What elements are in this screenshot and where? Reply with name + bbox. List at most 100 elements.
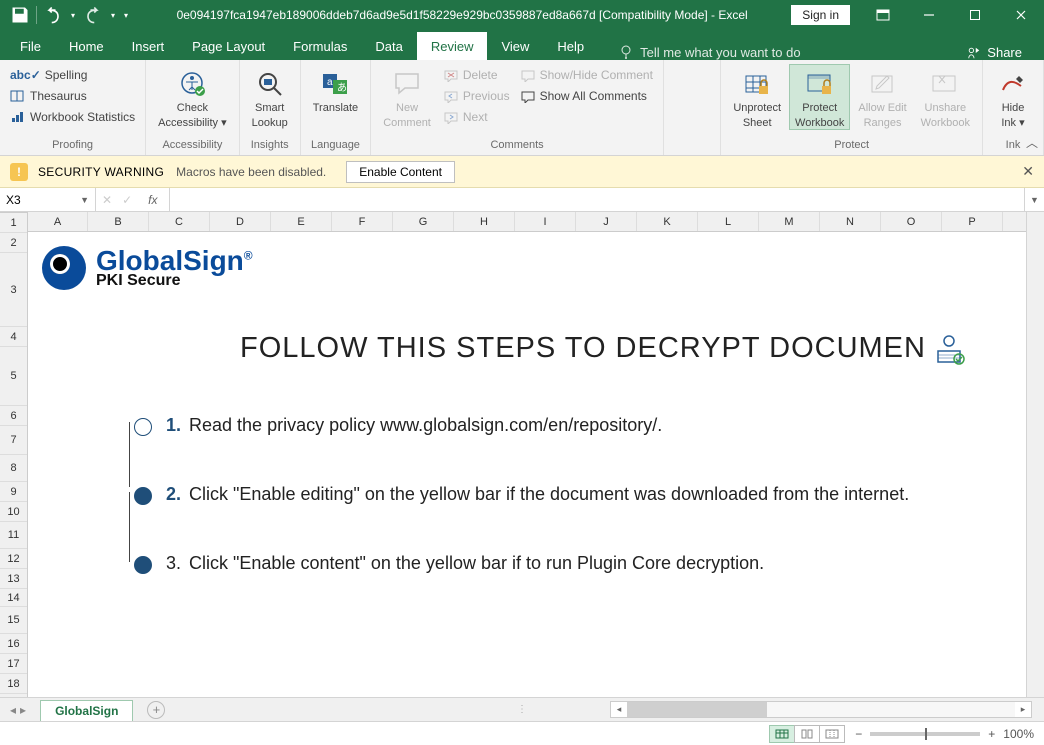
column-header[interactable]: B [88,212,149,231]
step-1: 1.Read the privacy policy www.globalsign… [42,415,1014,436]
smart-lookup-button[interactable]: SmartLookup [246,64,294,129]
sheet-nav[interactable]: ◂▸ [10,703,26,717]
column-header[interactable]: D [210,212,271,231]
zoom-level[interactable]: 100% [1003,727,1034,741]
tab-view[interactable]: View [487,32,543,60]
column-header[interactable]: C [149,212,210,231]
sheet-canvas[interactable]: GlobalSign® PKI Secure FOLLOW THIS STEPS… [28,232,1026,697]
allow-edit-ranges-button: Allow EditRanges [852,64,912,129]
column-header[interactable]: J [576,212,637,231]
row-header[interactable]: 7 [0,426,27,455]
column-header[interactable]: L [698,212,759,231]
name-box-value: X3 [6,193,21,207]
tab-review[interactable]: Review [417,32,488,60]
accessibility-icon [176,68,208,100]
column-header[interactable]: K [637,212,698,231]
zoom-in-button[interactable]: + [988,727,995,741]
row-header[interactable]: 17 [0,654,27,674]
row-header[interactable]: 1 [0,213,27,233]
row-header[interactable]: 13 [0,569,27,589]
zoom-slider[interactable] [870,732,980,736]
close-button[interactable] [998,0,1044,30]
translate-button[interactable]: aあ Translate [307,64,364,115]
sign-in-button[interactable]: Sign in [791,5,850,25]
spelling-button[interactable]: abc✓Spelling [6,66,91,84]
zoom-out-button[interactable]: − [855,727,862,741]
undo-button[interactable] [39,1,67,29]
qat-customize[interactable]: ▾ [119,1,133,29]
row-header[interactable]: 10 [0,502,27,522]
name-box[interactable]: X3 ▼ [0,188,96,211]
sheet-tab-strip: ◂▸ GlobalSign + ⋮ ◂▸ [0,697,1044,721]
group-proofing: abc✓Spelling Thesaurus Workbook Statisti… [0,60,146,155]
unprotect-sheet-icon [741,68,773,100]
row-header[interactable]: 5 [0,347,27,406]
page-break-view-button[interactable] [819,725,845,743]
sheet-tab-globalsign[interactable]: GlobalSign [40,700,133,721]
column-header[interactable]: P [942,212,1003,231]
workbook-statistics-button[interactable]: Workbook Statistics [6,108,139,126]
delete-icon [443,68,459,82]
column-header[interactable]: E [271,212,332,231]
enable-content-button[interactable]: Enable Content [346,161,455,183]
delete-comment-button: Delete [439,66,514,84]
row-header[interactable]: 11 [0,522,27,549]
show-all-comments-button[interactable]: Show All Comments [516,87,657,105]
collapse-ribbon-button[interactable]: ︿ [1026,134,1038,151]
page-layout-view-button[interactable] [794,725,820,743]
unprotect-sheet-button[interactable]: UnprotectSheet [727,64,787,129]
row-header[interactable]: 9 [0,482,27,502]
row-header[interactable]: 4 [0,327,27,347]
ribbon-display-options[interactable] [860,0,906,30]
row-header[interactable]: 15 [0,607,27,634]
share-button[interactable]: Share [967,45,1038,60]
redo-button[interactable] [79,1,107,29]
redo-dropdown[interactable]: ▾ [107,1,119,29]
security-close-button[interactable]: ✕ [1022,163,1034,180]
spelling-icon: abc✓ [10,68,41,82]
normal-view-button[interactable] [769,725,795,743]
row-header[interactable]: 3 [0,253,27,327]
vertical-scrollbar[interactable] [1026,212,1044,697]
undo-dropdown[interactable]: ▾ [67,1,79,29]
tab-page-layout[interactable]: Page Layout [178,32,279,60]
row-header[interactable]: 2 [0,233,27,253]
save-button[interactable] [6,1,34,29]
tell-me-search[interactable]: Tell me what you want to do [618,44,800,60]
tab-split-handle[interactable]: ⋮ [517,704,527,715]
tab-home[interactable]: Home [55,32,118,60]
row-header[interactable]: 18 [0,674,27,694]
column-header[interactable]: O [881,212,942,231]
column-header[interactable]: F [332,212,393,231]
new-sheet-button[interactable]: + [147,701,165,719]
column-header[interactable]: M [759,212,820,231]
row-header[interactable]: 12 [0,549,27,569]
thesaurus-button[interactable]: Thesaurus [6,87,91,105]
column-header[interactable]: N [820,212,881,231]
row-headers: 12345678910111213141516171819 [0,213,28,697]
protect-workbook-button[interactable]: ProtectWorkbook [789,64,850,130]
column-header[interactable]: H [454,212,515,231]
hide-ink-button[interactable]: HideInk ▾ [989,64,1037,129]
check-accessibility-button[interactable]: CheckAccessibility ▾ [152,64,232,129]
group-label-insights: Insights [251,139,289,153]
row-header[interactable]: 14 [0,589,27,607]
tab-data[interactable]: Data [361,32,416,60]
tab-insert[interactable]: Insert [118,32,179,60]
new-comment-icon [391,68,423,100]
row-header[interactable]: 16 [0,634,27,654]
maximize-button[interactable] [952,0,998,30]
row-header[interactable]: 8 [0,455,27,482]
column-header[interactable]: A [28,212,88,231]
row-header[interactable]: 6 [0,406,27,426]
fx-icon[interactable]: fx [142,193,163,207]
horizontal-scrollbar[interactable]: ◂▸ [610,701,1032,718]
tab-formulas[interactable]: Formulas [279,32,361,60]
column-header[interactable]: I [515,212,576,231]
formula-input[interactable] [170,188,1024,211]
column-header[interactable]: G [393,212,454,231]
formula-bar-expand[interactable]: ▼ [1024,188,1044,211]
minimize-button[interactable] [906,0,952,30]
tab-help[interactable]: Help [543,32,598,60]
tab-file[interactable]: File [6,32,55,60]
